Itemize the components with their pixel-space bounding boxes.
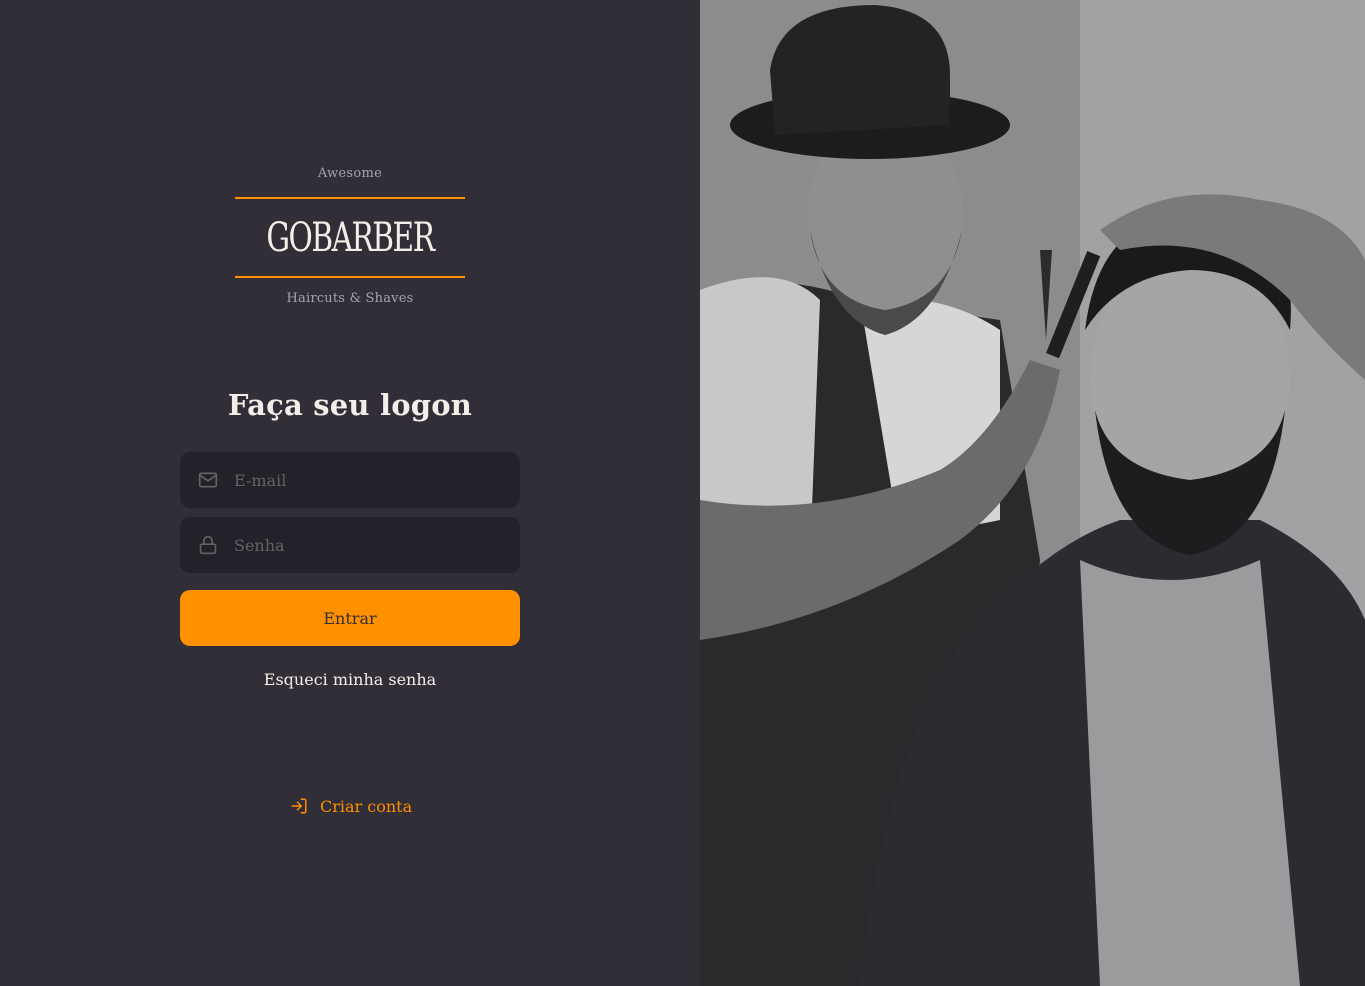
password-input[interactable] [234,535,494,555]
login-panel: Awesome GOBARBER Haircuts & Shaves Faça … [0,0,700,986]
barber-photo-illustration [700,0,1365,986]
create-account-label: Criar conta [320,796,413,816]
mail-icon [198,472,218,488]
barber-photo [700,0,1365,986]
logo-bottom-text: Haircuts & Shaves [286,291,414,306]
password-field[interactable] [180,517,520,573]
logo-top-text: Awesome [317,166,383,181]
lock-icon [199,535,217,555]
email-field[interactable] [180,452,520,508]
login-button[interactable]: Entrar [180,590,520,646]
log-in-icon [291,798,307,814]
logo-divider-top [235,197,465,199]
logo-wordmark: GOBARBER [235,210,465,266]
login-page: Awesome GOBARBER Haircuts & Shaves Faça … [0,0,1365,986]
email-input[interactable] [234,470,494,490]
forgot-password-link[interactable]: Esqueci minha senha [150,670,550,689]
create-account-link[interactable]: Criar conta [290,795,412,817]
gobarber-logo: Awesome GOBARBER Haircuts & Shaves [235,166,465,312]
logo-brand-name: GOBARBER [266,215,435,261]
logo-divider-bottom [235,276,465,278]
page-title: Faça seu logon [227,388,473,422]
